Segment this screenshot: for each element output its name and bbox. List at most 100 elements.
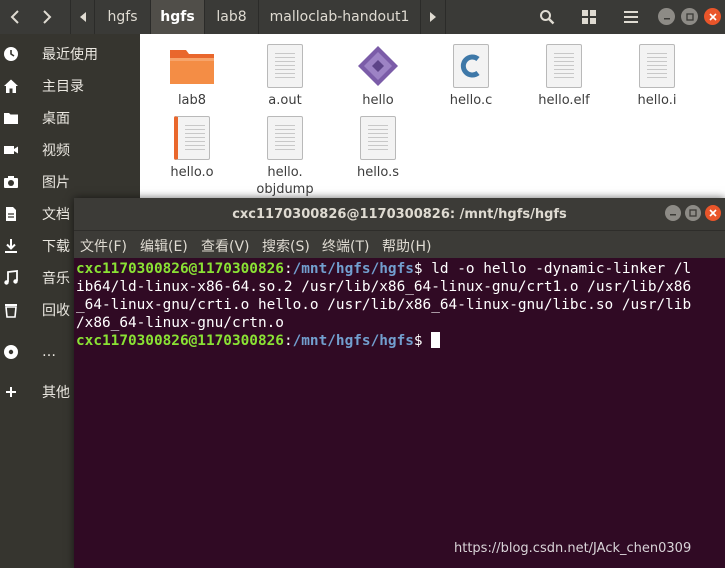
sidebar-item-label: 回收 <box>42 303 70 319</box>
prompt-suffix: $ <box>413 333 432 349</box>
file-item[interactable]: hello.i <box>612 44 702 109</box>
disc-icon <box>3 344 19 360</box>
sidebar-item-label: 文档 <box>42 207 70 223</box>
breadcrumb-item-active[interactable]: hgfs <box>150 0 204 34</box>
text-document-icon <box>267 44 303 88</box>
maximize-icon <box>689 209 697 217</box>
forward-button[interactable] <box>32 0 62 34</box>
file-name: hello.i <box>637 93 677 108</box>
sidebar-item-label: 最近使用 <box>42 47 98 63</box>
text-document-icon <box>639 44 675 88</box>
prompt-user: cxc1170300826@1170300826 <box>76 261 284 277</box>
close-icon <box>708 12 717 21</box>
folder-icon <box>170 50 214 84</box>
text-document-icon <box>360 116 396 160</box>
file-name: lab8 <box>177 93 207 108</box>
search-button[interactable] <box>532 0 562 34</box>
file-item[interactable]: hello.c <box>426 44 516 109</box>
c-source-icon <box>453 44 489 88</box>
maximize-button[interactable] <box>685 205 701 221</box>
back-button[interactable] <box>0 0 30 34</box>
file-item[interactable]: hello.s <box>333 116 423 181</box>
triangle-right-icon <box>430 12 436 22</box>
hamburger-menu-icon <box>624 11 638 23</box>
breadcrumb-item[interactable]: hgfs <box>94 0 150 34</box>
close-button[interactable] <box>704 8 721 25</box>
menu-file[interactable]: 文件(F) <box>80 236 127 256</box>
executable-icon <box>358 46 398 86</box>
camera-icon <box>3 174 19 190</box>
watermark-text: https://blog.csdn.net/JAck_chen0309 <box>454 541 692 556</box>
sidebar-item-label: 主目录 <box>42 79 84 95</box>
sidebar-item-label: 图片 <box>42 175 70 191</box>
breadcrumb-item[interactable]: lab8 <box>204 0 258 34</box>
close-icon <box>709 209 717 217</box>
terminal-titlebar[interactable]: cxc1170300826@1170300826: /mnt/hgfs/hgfs <box>74 198 725 230</box>
view-grid-icon <box>582 10 596 24</box>
menu-button[interactable] <box>616 0 646 34</box>
trash-icon <box>3 302 19 318</box>
home-icon <box>3 78 19 94</box>
terminal-line: _64-linux-gnu/crti.o hello.o /usr/lib/x8… <box>76 297 692 313</box>
terminal-line: cxc1170300826@1170300826:/mnt/hgfs/hgfs$… <box>76 261 692 277</box>
sidebar-item-label: 其他 <box>42 385 70 401</box>
menu-search[interactable]: 搜索(S) <box>262 236 310 256</box>
file-icon-view: lab8 a.out hello hello.c hello.elf hello… <box>141 34 725 204</box>
chevron-left-icon <box>10 10 19 24</box>
file-name: hello.o <box>170 165 214 180</box>
terminal-line: cxc1170300826@1170300826:/mnt/hgfs/hgfs$ <box>76 332 721 350</box>
file-item[interactable]: lab8 <box>147 44 237 109</box>
search-icon <box>540 10 555 25</box>
file-item[interactable]: a.out <box>240 44 330 109</box>
file-name: a.out <box>268 93 302 108</box>
menu-help[interactable]: 帮助(H) <box>382 236 431 256</box>
sidebar-item-label: 桌面 <box>42 111 70 127</box>
download-icon <box>3 238 19 254</box>
file-manager-headerbar: hgfs hgfs lab8 malloclab-handout1 <box>0 0 725 34</box>
file-item[interactable]: hello. objdump <box>240 116 330 198</box>
file-item[interactable]: hello.elf <box>519 44 609 109</box>
window-title: cxc1170300826@1170300826: /mnt/hgfs/hgfs <box>232 206 567 222</box>
menu-edit[interactable]: 编辑(E) <box>140 236 188 256</box>
sidebar-item-home[interactable]: 主目录 <box>0 70 140 102</box>
menu-terminal[interactable]: 终端(T) <box>322 236 369 256</box>
menu-view[interactable]: 查看(V) <box>201 236 250 256</box>
file-item[interactable]: hello.o <box>147 116 237 181</box>
breadcrumb-scroll-left[interactable] <box>70 0 94 34</box>
sidebar-item-recent[interactable]: 最近使用 <box>0 38 140 70</box>
text-document-icon <box>546 44 582 88</box>
maximize-icon <box>685 12 694 21</box>
sidebar-item-desktop[interactable]: 桌面 <box>0 102 140 134</box>
minimize-button[interactable] <box>665 205 681 221</box>
terminal-menubar: 文件(F) 编辑(E) 查看(V) 搜索(S) 终端(T) 帮助(H) <box>74 230 725 258</box>
minimize-icon <box>670 214 676 216</box>
command-text: $ ld -o hello -dynamic-linker /l <box>413 261 692 277</box>
terminal-line: /x86_64-linux-gnu/crtn.o <box>76 315 284 331</box>
plus-icon <box>3 384 19 400</box>
terminal-window[interactable]: cxc1170300826@1170300826: /mnt/hgfs/hgfs… <box>74 198 725 568</box>
folder-icon <box>3 110 19 126</box>
minimize-button[interactable] <box>658 8 675 25</box>
sidebar-item-pictures[interactable]: 图片 <box>0 166 140 198</box>
video-icon <box>3 142 19 158</box>
object-file-icon <box>174 116 210 160</box>
sidebar-item-videos[interactable]: 视频 <box>0 134 140 166</box>
terminal-output[interactable]: cxc1170300826@1170300826:/mnt/hgfs/hgfs$… <box>76 260 721 350</box>
file-item[interactable]: hello <box>333 44 423 109</box>
file-name: hello. objdump <box>256 165 314 197</box>
breadcrumb-scroll-right[interactable] <box>420 0 446 34</box>
maximize-button[interactable] <box>681 8 698 25</box>
sidebar-item-label: 下载 <box>42 239 70 255</box>
file-name: hello <box>362 93 394 108</box>
sidebar-item-label: … <box>42 344 56 360</box>
close-button[interactable] <box>705 205 721 221</box>
sidebar-item-label: 视频 <box>42 143 70 159</box>
chevron-right-icon <box>43 10 52 24</box>
breadcrumb-item[interactable]: malloclab-handout1 <box>258 0 420 34</box>
text-cursor <box>431 332 441 348</box>
sidebar-item-label: 音乐 <box>42 271 70 287</box>
minimize-icon <box>663 17 670 19</box>
prompt-path: /mnt/hgfs/hgfs <box>292 261 414 277</box>
triangle-left-icon <box>79 12 86 22</box>
view-toggle-button[interactable] <box>574 0 604 34</box>
